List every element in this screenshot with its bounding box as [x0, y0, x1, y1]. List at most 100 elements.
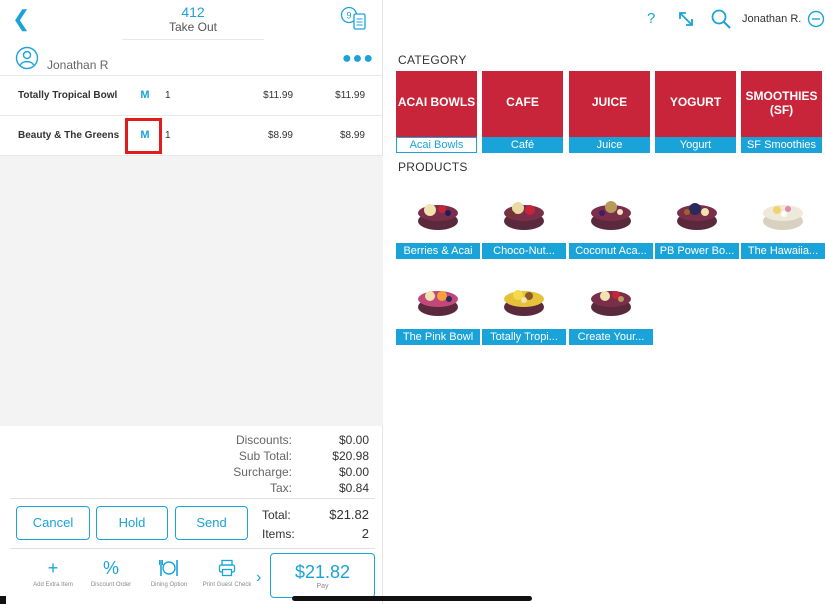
dining-icon — [141, 556, 197, 582]
category-name: ACAI BOWLS — [397, 95, 476, 109]
add-extra-item-button[interactable]: + Add Extra Item — [25, 556, 81, 589]
category-name: JUICE — [591, 95, 628, 109]
category-sub-label: Juice — [569, 137, 650, 153]
category-sub-label: SF Smoothies — [741, 137, 822, 153]
product-tile[interactable]: The Pink Bowl — [396, 263, 480, 345]
category-smoothies[interactable]: SMOOTHIES (SF) SF Smoothies — [741, 71, 822, 153]
item-price: $8.99 — [267, 130, 293, 141]
product-tile[interactable]: PB Power Bo... — [655, 177, 739, 259]
search-icon[interactable] — [710, 8, 732, 30]
screen-corner — [0, 596, 6, 604]
order-item-row[interactable]: Beauty & The Greens M 1 $8.99 $8.99 — [0, 116, 383, 156]
tax-label: Tax: — [269, 481, 292, 495]
product-label: The Pink Bowl — [396, 329, 480, 345]
category-name: CAFE — [506, 95, 539, 109]
pay-label: Pay — [316, 583, 329, 590]
user-name[interactable]: Jonathan R. — [742, 13, 801, 25]
subtotal-value: $20.98 — [332, 449, 369, 463]
category-cafe[interactable]: CAFE Café — [482, 71, 563, 153]
acai-bowl-image — [418, 291, 458, 316]
discounts-label: Discounts: — [235, 433, 292, 447]
divider — [10, 498, 375, 499]
help-icon[interactable]: ? — [647, 10, 655, 27]
category-juice[interactable]: JUICE Juice — [569, 71, 650, 153]
percent-icon: % — [102, 558, 119, 578]
item-qty: 1 — [165, 90, 171, 101]
subtotal-label: Sub Total: — [238, 449, 292, 463]
action-label: Dining Option — [150, 582, 188, 588]
acai-bowl-image — [418, 204, 458, 230]
surcharge-value: $0.00 — [338, 465, 369, 479]
guest-count-icon[interactable]: 9 — [340, 6, 370, 32]
action-label: Print Guest Check — [202, 582, 252, 588]
item-name: Totally Tropical Bowl — [18, 90, 118, 101]
home-indicator — [292, 596, 532, 601]
print-guest-check-button[interactable]: Print Guest Check — [199, 556, 255, 589]
acai-bowl-image — [504, 290, 544, 316]
plus-icon: + — [47, 558, 59, 578]
acai-bowl-image — [591, 201, 631, 230]
product-label: Choco-Nut... — [482, 243, 566, 259]
send-button[interactable]: Send — [175, 506, 248, 540]
order-item-row[interactable]: Totally Tropical Bowl M 1 $11.99 $11.99 — [0, 76, 383, 116]
dining-option-button[interactable]: Dining Option — [141, 556, 197, 589]
item-name: Beauty & The Greens — [18, 130, 120, 141]
category-yogurt[interactable]: YOGURT Yogurt — [655, 71, 736, 153]
product-label: The Hawaiia... — [741, 243, 825, 259]
expand-icon[interactable] — [676, 9, 696, 29]
category-sub-label: Acai Bowls — [396, 137, 477, 153]
item-qty: 1 — [165, 130, 171, 141]
total-label: Total: — [262, 508, 291, 522]
order-panel: ❮ 412 Take Out 9 Jonathan R ●●● Totally … — [0, 0, 383, 604]
product-tile[interactable]: Choco-Nut... — [482, 177, 566, 259]
surcharge-label: Surcharge: — [233, 465, 292, 479]
items-label: Items: — [262, 527, 295, 541]
category-name: YOGURT — [669, 95, 722, 109]
back-chevron-icon[interactable]: ❮ — [12, 8, 30, 30]
divider — [10, 548, 375, 549]
order-empty-area — [0, 156, 383, 426]
product-label: PB Power Bo... — [655, 243, 739, 259]
hold-button[interactable]: Hold — [96, 506, 168, 540]
logout-icon[interactable] — [807, 10, 825, 28]
item-total: $8.99 — [339, 130, 365, 141]
total-value: $21.82 — [329, 507, 369, 522]
product-tile[interactable]: Create Your... — [569, 263, 653, 345]
acai-bowl-image — [591, 291, 631, 316]
product-label: Create Your... — [569, 329, 653, 345]
item-total: $11.99 — [335, 90, 365, 101]
product-label: Coconut Aca... — [569, 243, 653, 259]
category-sub-label: Café — [482, 137, 563, 153]
tax-value: $0.84 — [338, 481, 369, 495]
more-actions-chevron-icon[interactable]: › — [256, 569, 261, 587]
modifier-button[interactable]: M — [136, 89, 154, 101]
discount-order-button[interactable]: % Discount Order — [83, 556, 139, 589]
acai-bowl-image — [763, 205, 803, 230]
acai-bowl-image — [504, 202, 544, 230]
category-title: CATEGORY — [398, 53, 467, 67]
product-tile[interactable]: The Hawaiia... — [741, 177, 825, 259]
product-label: Totally Tropi... — [482, 329, 566, 345]
printer-icon — [199, 556, 255, 582]
item-price: $11.99 — [263, 90, 293, 101]
acai-bowl-image — [677, 203, 717, 230]
pay-amount: $21.82 — [294, 562, 351, 582]
product-tile[interactable]: Totally Tropi... — [482, 263, 566, 345]
modifier-highlight-box — [125, 118, 162, 154]
header-divider — [122, 39, 264, 40]
items-value: 2 — [361, 526, 369, 541]
order-type[interactable]: Take Out — [150, 20, 236, 34]
category-acai-bowls[interactable]: ACAI BOWLS Acai Bowls — [396, 71, 477, 153]
guest-count: 9 — [346, 11, 351, 21]
more-options-icon[interactable]: ●●● — [342, 50, 374, 68]
customer-name: Jonathan R — [47, 58, 109, 72]
pay-button[interactable]: $21.82 Pay — [270, 553, 375, 598]
customer-avatar-icon — [15, 46, 39, 70]
order-number: 412 — [181, 4, 205, 20]
category-sub-label: Yogurt — [655, 137, 736, 153]
cancel-button[interactable]: Cancel — [16, 506, 90, 540]
action-label: Discount Order — [90, 582, 132, 588]
product-tile[interactable]: Berries & Acai — [396, 177, 480, 259]
product-tile[interactable]: Coconut Aca... — [569, 177, 653, 259]
action-label: Add Extra Item — [33, 582, 73, 588]
